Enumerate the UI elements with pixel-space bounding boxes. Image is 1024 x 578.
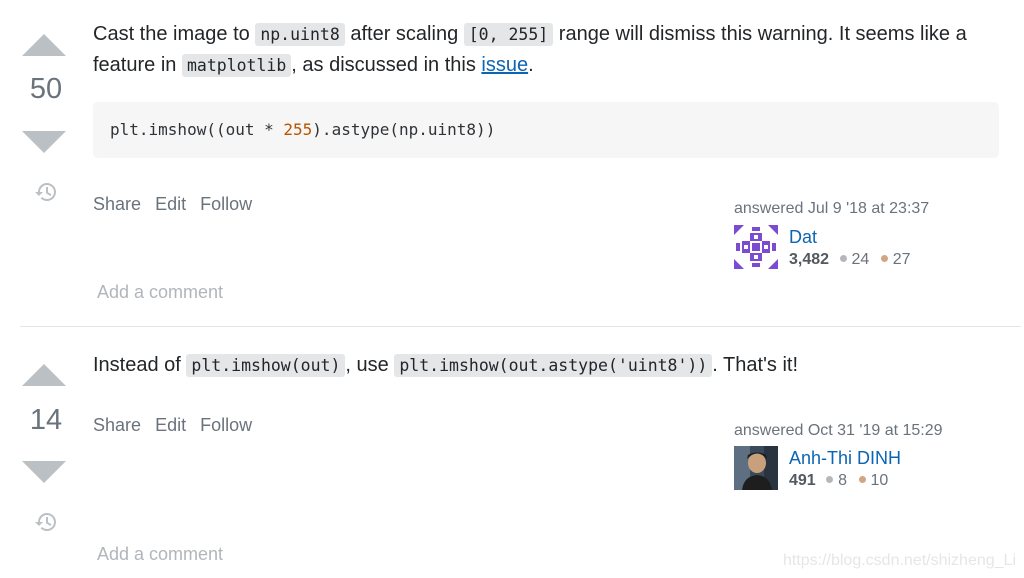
vote-count: 14 <box>29 404 63 436</box>
watermark: https://blog.csdn.net/shizheng_Li <box>782 552 1016 569</box>
add-comment-link[interactable]: Add a comment <box>97 282 223 303</box>
follow-link[interactable]: Follow <box>200 415 252 435</box>
share-link[interactable]: Share <box>93 194 141 214</box>
upvote-button[interactable] <box>22 364 66 386</box>
edit-link[interactable]: Edit <box>155 415 186 435</box>
silver-badge-count: 8 <box>838 472 848 489</box>
inline-code: matplotlib <box>181 54 292 77</box>
bronze-badge-icon <box>880 255 888 262</box>
body-text: . That's it! <box>712 354 798 376</box>
bronze-badge-count: 27 <box>892 251 911 268</box>
body-text: Instead of <box>93 354 187 376</box>
user-stats: 491 8 10 <box>789 472 888 490</box>
body-text: , as discussed in this <box>291 54 482 76</box>
downvote-button[interactable] <box>22 131 66 153</box>
add-comment-link[interactable]: Add a comment <box>97 544 223 565</box>
bronze-badge-icon <box>858 476 866 483</box>
issue-link[interactable]: issue <box>481 54 528 76</box>
post-menu: Share Edit Follow <box>93 415 261 436</box>
answer-divider <box>20 326 1021 327</box>
inline-code: np.uint8 <box>255 23 345 46</box>
body-text: Cast the image to <box>93 23 256 45</box>
answered-time: answered Oct 31 '19 at 15:29 <box>734 422 943 439</box>
post-menu: Share Edit Follow <box>93 194 261 215</box>
code-number: 255 <box>283 120 313 139</box>
user-stats: 3,482 24 27 <box>789 251 911 269</box>
code-text: plt.imshow((out * <box>110 120 284 139</box>
downvote-button[interactable] <box>22 461 66 483</box>
user-signature: answered Oct 31 '19 at 15:29 Anh-Thi DIN… <box>734 422 1014 494</box>
vote-count: 50 <box>29 73 63 105</box>
share-link[interactable]: Share <box>93 415 141 435</box>
silver-badge-count: 24 <box>851 251 870 268</box>
follow-link[interactable]: Follow <box>200 194 252 214</box>
answered-time: answered Jul 9 '18 at 23:37 <box>734 200 930 217</box>
history-icon[interactable] <box>34 510 58 534</box>
body-text: . <box>528 54 534 76</box>
user-name-link[interactable]: Anh-Thi DINH <box>789 448 901 469</box>
answer-2: 14 Instead of plt.imshow(out), use plt.i… <box>0 328 1024 578</box>
answer-body: Instead of plt.imshow(out), use plt.imsh… <box>93 350 1003 381</box>
history-icon[interactable] <box>34 180 58 204</box>
user-avatar[interactable] <box>734 446 778 490</box>
inline-code: [0, 255] <box>463 23 554 46</box>
user-signature: answered Jul 9 '18 at 23:37 Dat 3,482 24… <box>734 200 1014 272</box>
body-text: after scaling <box>344 23 464 45</box>
user-name-link[interactable]: Dat <box>789 227 817 248</box>
inline-code: plt.imshow(out.astype('uint8')) <box>394 354 713 377</box>
reputation-score: 491 <box>789 472 816 489</box>
edit-link[interactable]: Edit <box>155 194 186 214</box>
silver-badge-icon <box>839 255 847 262</box>
body-text: , use <box>345 354 395 376</box>
answer-1: 50 Cast the image to np.uint8 after scal… <box>0 0 1024 326</box>
reputation-score: 3,482 <box>789 251 830 268</box>
answer-body: Cast the image to np.uint8 after scaling… <box>93 19 1003 81</box>
inline-code: plt.imshow(out) <box>186 354 346 377</box>
upvote-button[interactable] <box>22 34 66 56</box>
code-block: plt.imshow((out * 255).astype(np.uint8)) <box>93 102 999 158</box>
code-text: ).astype(np.uint8)) <box>312 120 496 139</box>
silver-badge-icon <box>826 476 834 483</box>
user-avatar[interactable] <box>734 225 778 269</box>
bronze-badge-count: 10 <box>870 472 889 489</box>
